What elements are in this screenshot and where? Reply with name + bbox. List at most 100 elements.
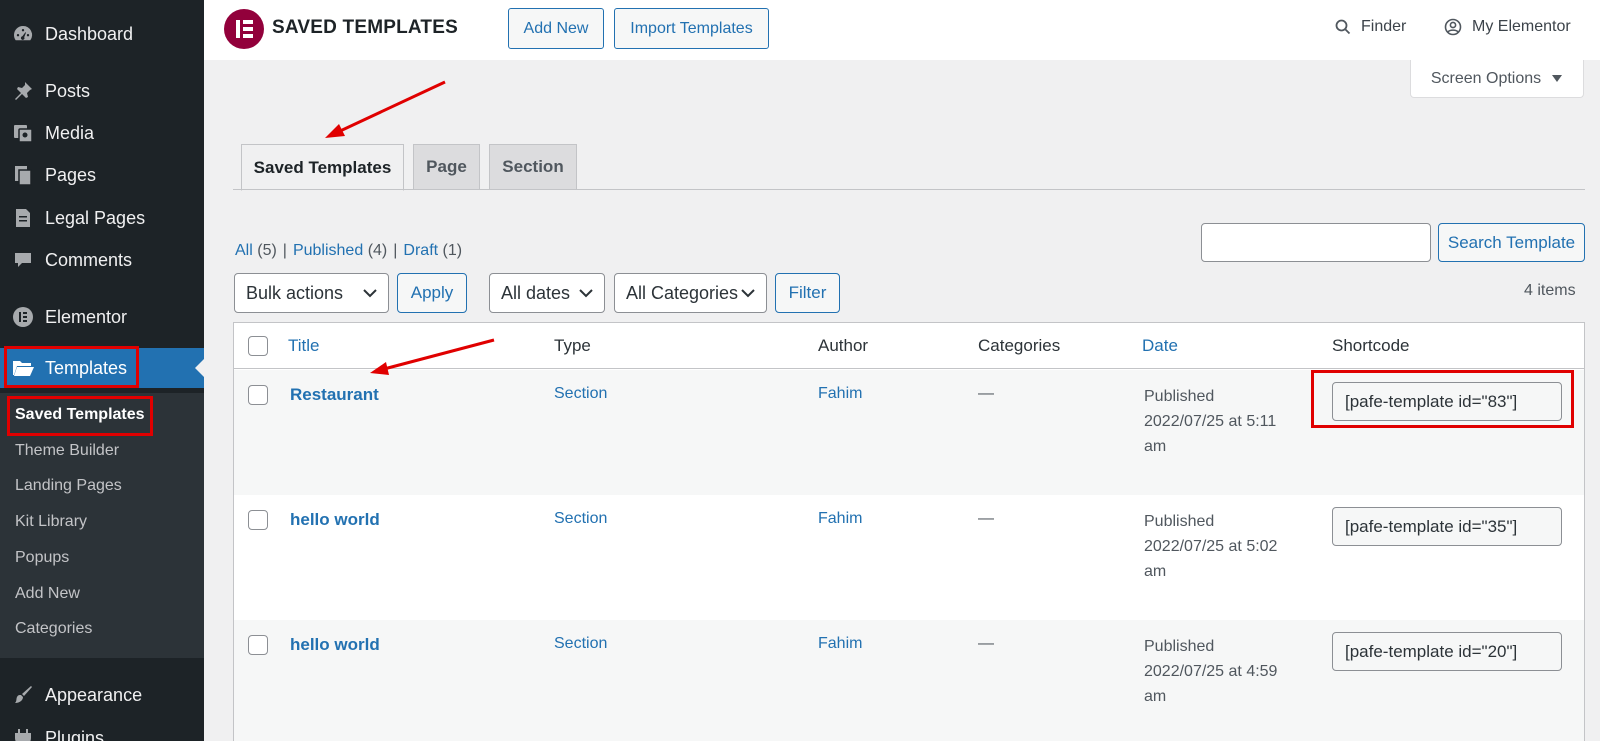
sidebar-item-label: Plugins — [45, 727, 105, 741]
column-date[interactable]: Date — [1142, 336, 1178, 356]
user-circle-icon — [1444, 18, 1462, 36]
submenu-popups[interactable]: Popups — [15, 545, 69, 571]
template-type-link[interactable]: Section — [554, 385, 607, 403]
chevron-down-icon — [741, 289, 755, 298]
sidebar-item-templates[interactable]: Templates — [0, 348, 204, 388]
shortcode-field[interactable]: [pafe-template id="20"] — [1332, 632, 1562, 671]
table-header: Title Type Author Categories Date Shortc… — [234, 323, 1584, 369]
filter-draft-count: (1) — [442, 242, 463, 259]
date-status: Published — [1144, 513, 1215, 530]
sidebar-item-pages[interactable]: Pages — [0, 155, 204, 195]
all-categories-value: All Categories — [626, 282, 739, 303]
sidebar-item-dashboard[interactable]: Dashboard — [0, 14, 204, 54]
shortcode-field[interactable]: [pafe-template id="83"] — [1332, 382, 1562, 421]
template-type-link[interactable]: Section — [554, 510, 607, 528]
templates-table: Title Type Author Categories Date Shortc… — [233, 322, 1585, 741]
template-type-link[interactable]: Section — [554, 635, 607, 653]
finder-label: Finder — [1361, 18, 1407, 35]
all-categories-select[interactable]: All Categories — [614, 273, 767, 313]
all-dates-value: All dates — [501, 282, 571, 303]
submenu-theme-builder[interactable]: Theme Builder — [15, 438, 119, 464]
add-new-button[interactable]: Add New — [508, 8, 604, 49]
sidebar-item-appearance[interactable]: Appearance — [0, 675, 204, 715]
filter-draft-link[interactable]: Draft — [403, 242, 438, 259]
filter-button[interactable]: Filter — [775, 273, 840, 313]
active-indicator — [195, 359, 204, 377]
template-title-link[interactable]: Restaurant — [290, 385, 379, 405]
bulk-actions-value: Bulk actions — [246, 282, 344, 303]
sidebar-item-label: Templates — [45, 357, 128, 378]
row-checkbox[interactable] — [248, 385, 268, 405]
document-icon — [11, 206, 35, 230]
elementor-icon — [11, 305, 35, 329]
date-value: 2022/07/25 at 5:02 — [1144, 538, 1278, 555]
my-elementor-button[interactable]: My Elementor — [1444, 18, 1571, 36]
template-author-link[interactable]: Fahim — [818, 510, 862, 528]
dashboard-icon — [11, 22, 35, 46]
sidebar-item-posts[interactable]: Posts — [0, 71, 204, 111]
submenu-add-new[interactable]: Add New — [15, 581, 80, 607]
screen-options-label: Screen Options — [1430, 69, 1542, 87]
template-author-link[interactable]: Fahim — [818, 385, 862, 403]
template-date: Published 2022/07/25 at 5:02 am — [1144, 509, 1304, 584]
bulk-actions-select[interactable]: Bulk actions — [234, 273, 389, 313]
row-checkbox[interactable] — [248, 510, 268, 530]
sidebar-item-label: Posts — [45, 80, 91, 101]
template-title-link[interactable]: hello world — [290, 635, 380, 655]
sidebar-item-label: Dashboard — [45, 23, 134, 44]
filter-published-count: (4) — [367, 242, 388, 259]
template-title-link[interactable]: hello world — [290, 510, 380, 530]
sidebar-item-plugins[interactable]: Plugins — [0, 718, 204, 741]
sidebar-item-legal-pages[interactable]: Legal Pages — [0, 198, 204, 238]
media-icon — [11, 121, 35, 145]
plugin-icon — [11, 726, 35, 741]
chevron-down-icon — [363, 289, 377, 298]
shortcode-field[interactable]: [pafe-template id="35"] — [1332, 507, 1562, 546]
sidebar-item-media[interactable]: Media — [0, 113, 204, 153]
select-all-checkbox[interactable] — [248, 336, 268, 356]
admin-sidebar: Dashboard Posts Media Pages Legal Pages … — [0, 0, 204, 741]
filter-published-link[interactable]: Published — [293, 242, 363, 259]
screen-options-button[interactable]: Screen Options — [1410, 60, 1584, 98]
folder-icon — [11, 356, 35, 380]
sidebar-item-label: Legal Pages — [45, 207, 146, 228]
finder-button[interactable]: Finder — [1335, 18, 1406, 36]
template-date: Published 2022/07/25 at 4:59 am — [1144, 634, 1304, 709]
date-meridiem: am — [1144, 438, 1167, 455]
submenu-kit-library[interactable]: Kit Library — [15, 509, 87, 535]
sidebar-item-elementor[interactable]: Elementor — [0, 297, 204, 337]
arrow-to-saved-templates-tab — [325, 80, 446, 138]
sidebar-item-label: Elementor — [45, 306, 128, 327]
sidebar-item-comments[interactable]: Comments — [0, 240, 204, 280]
template-author-link[interactable]: Fahim — [818, 635, 862, 653]
date-meridiem: am — [1144, 688, 1167, 705]
tab-saved-templates[interactable]: Saved Templates — [241, 144, 404, 191]
search-template-button[interactable]: Search Template — [1438, 223, 1585, 262]
tab-page[interactable]: Page — [413, 144, 480, 190]
comment-icon — [11, 248, 35, 272]
submenu-categories[interactable]: Categories — [15, 616, 92, 642]
search-templates-input[interactable] — [1201, 223, 1431, 262]
apply-button[interactable]: Apply — [397, 273, 467, 313]
submenu-saved-templates[interactable]: Saved Templates — [15, 402, 145, 428]
submenu-landing-pages[interactable]: Landing Pages — [15, 473, 122, 499]
column-author: Author — [818, 336, 869, 355]
tab-divider — [233, 189, 1585, 190]
date-value: 2022/07/25 at 4:59 — [1144, 663, 1278, 680]
templates-submenu: Saved Templates Theme Builder Landing Pa… — [0, 393, 204, 658]
filter-all-count: (5) — [257, 242, 277, 259]
chevron-down-icon — [579, 289, 593, 298]
all-dates-select[interactable]: All dates — [489, 273, 605, 313]
column-shortcode: Shortcode — [1332, 336, 1410, 355]
tab-section[interactable]: Section — [489, 144, 577, 190]
column-type: Type — [554, 336, 591, 355]
filter-all-link[interactable]: All — [235, 242, 253, 259]
row-checkbox[interactable] — [248, 635, 268, 655]
import-templates-button[interactable]: Import Templates — [614, 8, 769, 49]
items-count: 4 items — [1524, 282, 1576, 299]
pin-icon — [11, 79, 35, 103]
page-title: SAVED TEMPLATES — [272, 17, 458, 38]
sidebar-item-label: Media — [45, 122, 95, 143]
search-icon — [1335, 19, 1351, 35]
column-title[interactable]: Title — [288, 336, 320, 356]
